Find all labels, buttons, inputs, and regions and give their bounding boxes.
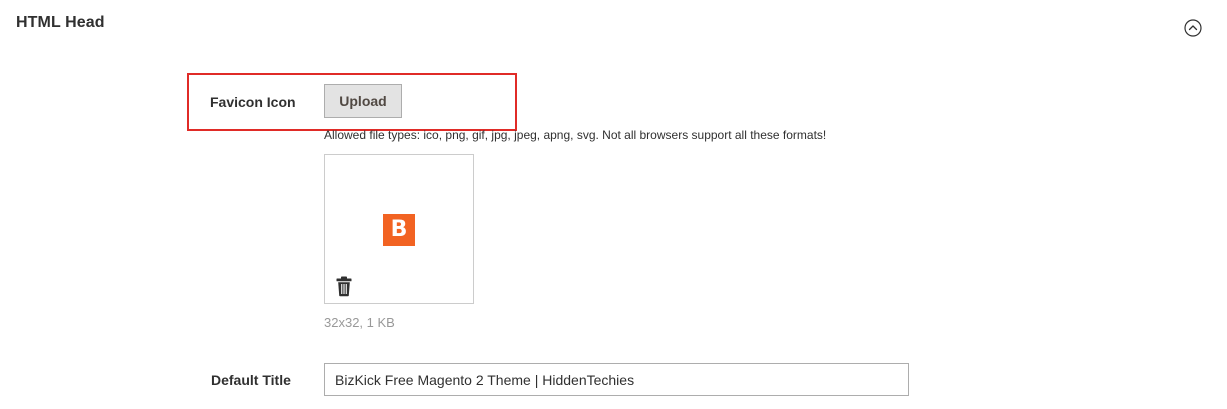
section-title: HTML Head [16,14,105,31]
collapse-toggle[interactable] [1184,19,1202,37]
upload-button[interactable]: Upload [324,84,402,118]
default-title-input[interactable] [324,363,909,396]
favicon-label: Favicon Icon [210,94,296,110]
favicon-image: B [383,214,415,246]
trash-icon [336,276,352,297]
favicon-preview: B [324,154,474,304]
file-meta: 32x32, 1 KB [324,315,395,330]
chevron-up-circle-icon [1184,19,1202,37]
default-title-label: Default Title [211,372,291,388]
allowed-types-note: Allowed file types: ico, png, gif, jpg, … [324,128,827,142]
delete-favicon-button[interactable] [335,275,353,297]
